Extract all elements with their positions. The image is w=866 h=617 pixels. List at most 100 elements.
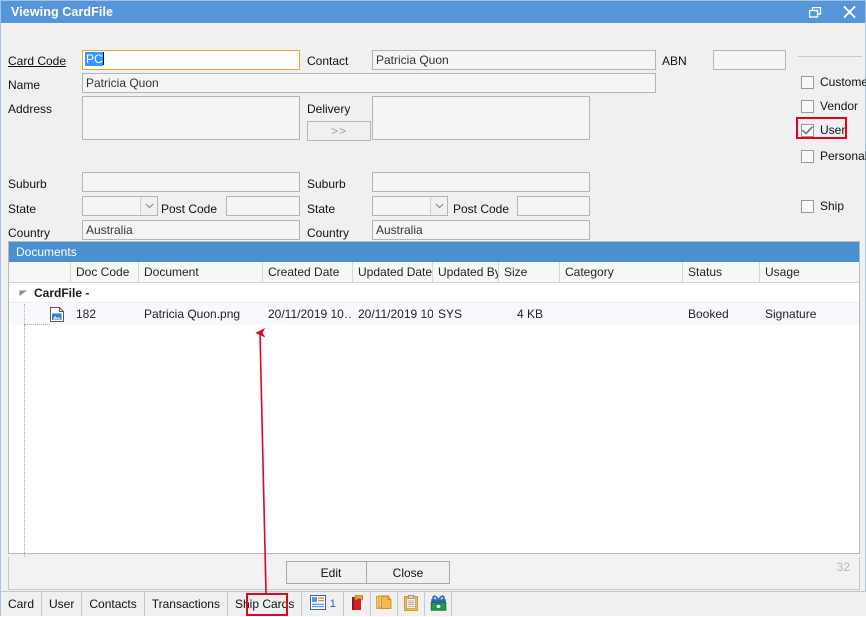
checkbox-personal[interactable]: [801, 150, 814, 163]
checkbox-ship[interactable]: [801, 200, 814, 213]
title-bar: Viewing CardFile: [1, 1, 865, 23]
table-row[interactable]: 182 Patricia Quon.png 20/11/2019 10… 20/…: [9, 303, 859, 325]
label-delivery-state: State: [307, 202, 335, 216]
col-header-doc-code[interactable]: Doc Code: [71, 262, 139, 282]
tree-guide-vertical: [24, 304, 25, 324]
user-checkbox-highlight-box: [796, 117, 847, 139]
label-abn: ABN: [662, 54, 687, 68]
label-delivery: Delivery: [307, 102, 350, 116]
col-header-usage[interactable]: Usage: [760, 262, 859, 282]
post-code-input[interactable]: [226, 196, 300, 216]
documents-tab-highlight-box: [246, 593, 288, 616]
label-delivery-suburb: Suburb: [307, 177, 346, 191]
label-suburb: Suburb: [8, 177, 47, 191]
chevron-down-icon[interactable]: [430, 197, 447, 215]
card-code-value: PC: [85, 52, 103, 66]
close-button[interactable]: Close: [366, 561, 450, 584]
grid-body-background: [10, 325, 859, 553]
tab-money-gift[interactable]: [425, 592, 452, 616]
delivery-address-input[interactable]: [372, 96, 590, 140]
checkbox-vendor[interactable]: [801, 100, 814, 113]
tab-documents[interactable]: 1: [302, 592, 344, 616]
label-post-code: Post Code: [161, 202, 217, 216]
group-row-cardfile[interactable]: CardFile -: [9, 283, 859, 303]
col-header-document[interactable]: Document: [139, 262, 263, 282]
label-state: State: [8, 202, 36, 216]
tab-clipboard[interactable]: [398, 592, 425, 616]
restore-icon[interactable]: [803, 2, 827, 22]
image-file-icon: [49, 306, 65, 322]
close-icon[interactable]: [837, 2, 861, 22]
tab-notebook[interactable]: [344, 592, 371, 616]
delivery-country-input[interactable]: Australia: [372, 220, 590, 240]
chevron-down-icon[interactable]: [140, 197, 157, 215]
cell-updated-by: SYS: [433, 307, 499, 321]
dialog-footer: 32 Edit Close: [8, 557, 860, 590]
documents-panel-title: Documents: [9, 242, 859, 262]
card-code-input[interactable]: PC: [82, 50, 300, 70]
documents-panel: Documents Doc Code Document Created Date…: [8, 241, 860, 554]
tab-card[interactable]: Card: [1, 592, 42, 616]
window-controls: [803, 1, 861, 23]
tab-user[interactable]: User: [42, 592, 82, 616]
cardfile-form: Card Code PC Name Patricia Quon Address …: [1, 23, 865, 235]
checkbox-label-ship: Ship: [820, 199, 844, 213]
record-count-badge: 32: [837, 560, 850, 574]
red-notebook-icon: [350, 595, 365, 614]
checkbox-label-customer: Customer: [820, 75, 866, 89]
delivery-state-value: [373, 197, 430, 215]
col-header-size[interactable]: Size: [499, 262, 560, 282]
clipboard-icon: [404, 595, 418, 614]
delivery-suburb-input[interactable]: [372, 172, 590, 192]
checkbox-customer[interactable]: [801, 76, 814, 89]
panel-divider: [798, 56, 862, 57]
suburb-input[interactable]: [82, 172, 300, 192]
col-header-created-date[interactable]: Created Date: [263, 262, 353, 282]
label-country: Country: [8, 226, 50, 240]
cell-size: 4 KB: [499, 307, 560, 321]
checkbox-row-ship[interactable]: Ship: [801, 199, 844, 213]
col-header-status[interactable]: Status: [683, 262, 760, 282]
orange-pages-icon: [376, 595, 392, 613]
tab-transactions[interactable]: Transactions: [145, 592, 228, 616]
cell-usage: Signature: [760, 307, 859, 321]
documents-grid-header: Doc Code Document Created Date Updated D…: [9, 262, 859, 283]
cell-document: Patricia Quon.png: [139, 307, 263, 321]
cardfile-window: Viewing CardFile Card Code PC Name Patri…: [0, 0, 866, 616]
cell-updated-date: 20/11/2019 10…: [353, 307, 433, 321]
cell-created-date: 20/11/2019 10…: [263, 307, 353, 321]
label-name: Name: [8, 78, 40, 92]
group-row-label: CardFile -: [34, 286, 89, 300]
col-header-updated-date[interactable]: Updated Date: [353, 262, 433, 282]
tab-contacts[interactable]: Contacts: [82, 592, 144, 616]
checkbox-row-vendor[interactable]: Vendor: [801, 99, 858, 113]
tree-guide-horizontal: [24, 324, 50, 325]
bottom-tab-strip: Card User Contacts Transactions Ship Car…: [1, 591, 866, 616]
documents-card-icon: [310, 595, 326, 613]
checkbox-row-personal[interactable]: Personal: [801, 149, 866, 163]
col-header-category[interactable]: Category: [560, 262, 683, 282]
window-title: Viewing CardFile: [11, 5, 113, 19]
contact-input[interactable]: Patricia Quon: [372, 50, 656, 70]
edit-button[interactable]: Edit: [286, 561, 376, 584]
state-combo[interactable]: [82, 196, 158, 216]
address-input[interactable]: [82, 96, 300, 140]
abn-input[interactable]: [713, 50, 786, 70]
label-card-code[interactable]: Card Code: [8, 54, 66, 68]
collapse-triangle-icon[interactable]: [17, 287, 29, 299]
text-caret: [103, 52, 104, 65]
name-input[interactable]: Patricia Quon: [82, 73, 656, 93]
label-address: Address: [8, 102, 52, 116]
delivery-post-code-input[interactable]: [517, 196, 590, 216]
label-contact: Contact: [307, 54, 348, 68]
label-delivery-post-code: Post Code: [453, 202, 509, 216]
copy-address-button[interactable]: >>: [307, 121, 371, 141]
country-input[interactable]: Australia: [82, 220, 300, 240]
checkbox-row-customer[interactable]: Customer: [801, 75, 866, 89]
col-header-select[interactable]: [9, 262, 71, 282]
col-header-updated-by[interactable]: Updated By: [433, 262, 499, 282]
documents-count-badge: 1: [330, 598, 336, 610]
money-gift-icon: [430, 595, 447, 614]
delivery-state-combo[interactable]: [372, 196, 448, 216]
tab-pages[interactable]: [371, 592, 398, 616]
